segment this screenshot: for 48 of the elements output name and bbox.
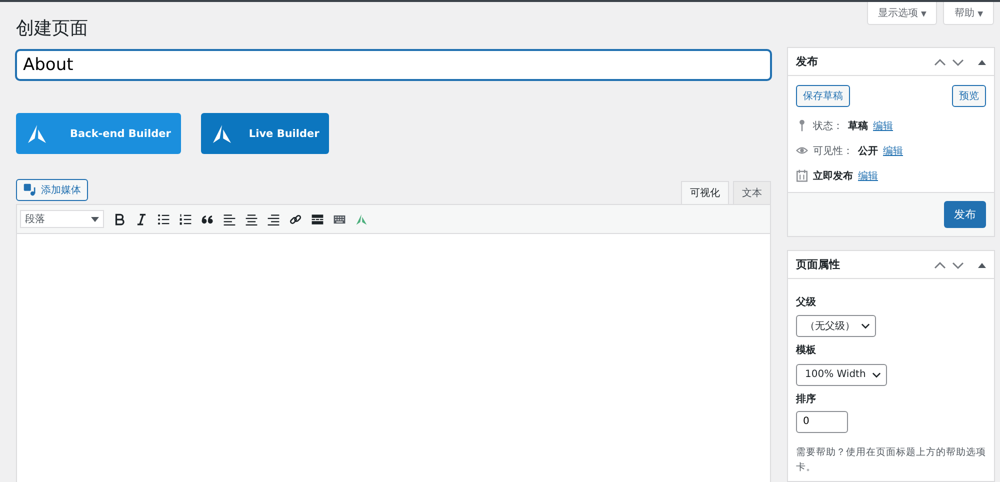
numbered-list-icon[interactable]: [179, 212, 192, 226]
help-text: 需要帮助？使用在页面标题上方的帮助选项卡。: [796, 446, 986, 475]
preview-button[interactable]: 预览: [952, 85, 986, 107]
edit-link[interactable]: 编辑: [873, 118, 893, 132]
editor-tab[interactable]: 可视化: [681, 181, 729, 204]
title-field[interactable]: About: [16, 50, 771, 80]
add-media-button[interactable]: 添加媒体: [16, 179, 88, 201]
meta-value: 公开: [858, 144, 878, 158]
parent-select[interactable]: （无父级）: [796, 315, 876, 337]
order-field[interactable]: 0: [796, 410, 848, 432]
keyboard-icon[interactable]: [333, 212, 346, 226]
save-draft-button[interactable]: 保存草稿: [796, 85, 850, 107]
editor-tab[interactable]: 文本: [733, 181, 771, 204]
field-label: 模板: [796, 344, 817, 357]
quote-icon[interactable]: [201, 212, 214, 226]
panel-title: 页面属性: [796, 257, 840, 272]
chevron-down-icon: [872, 372, 881, 378]
bulleted-list-icon[interactable]: [157, 212, 170, 226]
calendar-icon: [796, 169, 808, 182]
align-left-icon[interactable]: [223, 212, 236, 226]
dropdown-caret-icon: [91, 216, 99, 222]
align-right-icon[interactable]: [267, 212, 280, 226]
panel-title: 发布: [796, 54, 818, 69]
bold-icon[interactable]: [113, 212, 126, 226]
field-label: 父级: [796, 296, 817, 309]
chevron-down-icon: [861, 323, 870, 329]
builder-logo-icon: [28, 124, 46, 142]
page-title: 创建页面: [16, 17, 89, 40]
meta-label: 可见性：: [813, 144, 853, 158]
read-more-icon[interactable]: [311, 212, 324, 226]
meta-value: 立即发布: [813, 169, 853, 182]
template-select[interactable]: 100% Width: [796, 364, 887, 386]
panel-controls-icon[interactable]: [934, 260, 986, 270]
meta-value: 草稿: [848, 120, 868, 132]
meta-label: 状态：: [813, 120, 843, 132]
field-label: 排序: [796, 392, 817, 406]
builder-button[interactable]: Back-end Builder: [16, 113, 181, 154]
publish-button[interactable]: 发布: [944, 201, 986, 228]
link-icon[interactable]: [289, 212, 302, 226]
edit-link[interactable]: 编辑: [883, 144, 903, 158]
builder-logo-icon: [212, 124, 231, 142]
format-select[interactable]: 段落: [20, 210, 104, 228]
align-center-icon[interactable]: [245, 212, 258, 226]
italic-icon[interactable]: [135, 212, 148, 226]
edit-link[interactable]: 编辑: [858, 168, 878, 182]
panel-controls-icon[interactable]: [934, 56, 986, 66]
builder-button[interactable]: Live Builder: [200, 113, 330, 154]
media-icon: [23, 183, 37, 197]
